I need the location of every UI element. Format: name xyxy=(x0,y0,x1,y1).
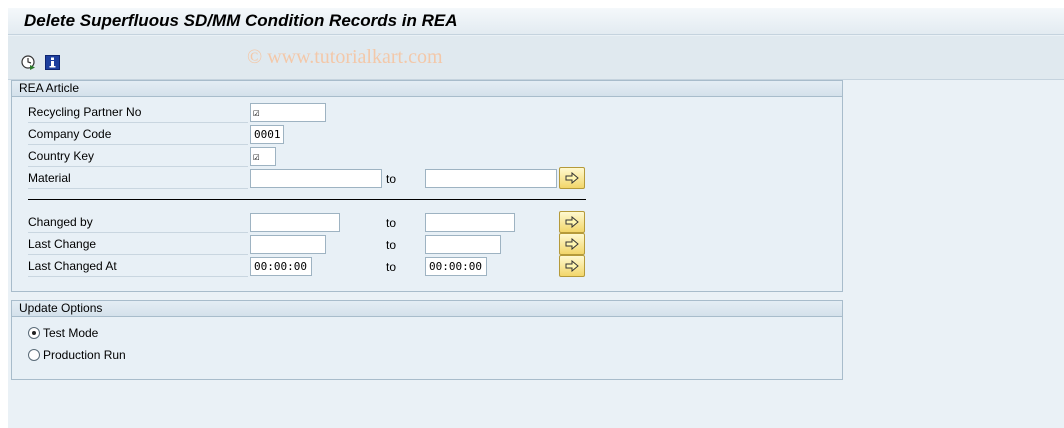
group-title: REA Article xyxy=(12,81,842,97)
last-changed-at-to-field[interactable]: 00:00:00 xyxy=(425,257,487,276)
production-run-radio[interactable] xyxy=(28,349,40,361)
material-multiple-selection-button[interactable] xyxy=(559,167,585,189)
material-label: Material xyxy=(28,169,248,189)
watermark: © www.tutorialkart.com xyxy=(247,46,443,68)
material-to-field[interactable] xyxy=(425,169,557,188)
country-key-label: Country Key xyxy=(28,147,248,167)
company-code-field[interactable]: 0001 xyxy=(250,125,284,144)
production-run-option[interactable]: Production Run xyxy=(28,345,126,365)
last-changed-at-label: Last Changed At xyxy=(28,257,248,277)
changed-by-multiple-selection-button[interactable] xyxy=(559,211,585,233)
company-code-label: Company Code xyxy=(28,125,248,145)
group-title: Update Options xyxy=(12,301,842,317)
page-title: Delete Superfluous SD/MM Condition Recor… xyxy=(24,11,458,30)
country-key-field[interactable]: ☑ xyxy=(250,147,276,166)
sap-window: Delete Superfluous SD/MM Condition Recor… xyxy=(8,8,1064,428)
test-mode-label: Test Mode xyxy=(43,326,99,340)
last-change-multiple-selection-button[interactable] xyxy=(559,233,585,255)
material-from-field[interactable] xyxy=(250,169,382,188)
material-to-label: to xyxy=(386,172,397,186)
changed-by-to-field[interactable] xyxy=(425,213,515,232)
last-change-to-label: to xyxy=(386,238,397,252)
changed-by-from-field[interactable] xyxy=(250,213,340,232)
recycling-partner-field[interactable]: ☑ xyxy=(250,103,326,122)
production-run-label: Production Run xyxy=(43,348,126,362)
arrow-right-icon xyxy=(565,238,579,250)
last-change-from-field[interactable] xyxy=(250,235,326,254)
title-bar: Delete Superfluous SD/MM Condition Recor… xyxy=(8,8,1064,35)
info-icon[interactable] xyxy=(44,54,60,70)
arrow-right-icon xyxy=(565,172,579,184)
last-changed-at-from-field[interactable]: 00:00:00 xyxy=(250,257,312,276)
update-options-group: Update Options Test Mode Production Run xyxy=(11,300,843,380)
last-changed-at-multiple-selection-button[interactable] xyxy=(559,255,585,277)
changed-by-label: Changed by xyxy=(28,213,248,233)
last-change-to-field[interactable] xyxy=(425,235,501,254)
changed-by-to-label: to xyxy=(386,216,397,230)
separator-line xyxy=(28,199,586,200)
last-changed-at-to-label: to xyxy=(386,260,397,274)
application-toolbar: © www.tutorialkart.com xyxy=(8,36,1064,80)
test-mode-option[interactable]: Test Mode xyxy=(28,323,98,343)
rea-article-group: REA Article Recycling Partner No ☑ Compa… xyxy=(11,80,843,292)
recycling-partner-label: Recycling Partner No xyxy=(28,103,248,123)
execute-icon[interactable] xyxy=(20,54,36,70)
arrow-right-icon xyxy=(565,260,579,272)
test-mode-radio[interactable] xyxy=(28,327,40,339)
last-change-label: Last Change xyxy=(28,235,248,255)
arrow-right-icon xyxy=(565,216,579,228)
